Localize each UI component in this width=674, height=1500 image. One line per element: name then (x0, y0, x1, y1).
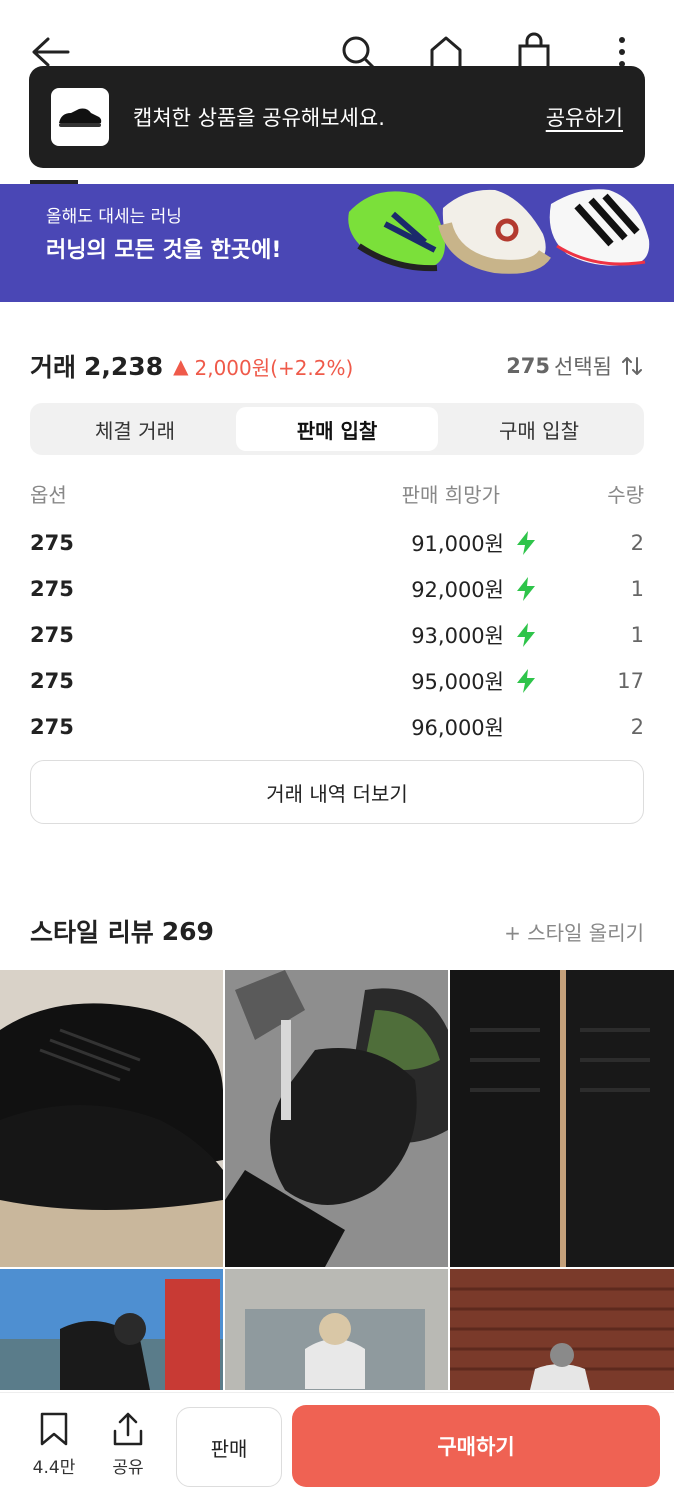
row-qty: 1 (630, 577, 644, 601)
style-photo[interactable] (225, 1269, 448, 1390)
fast-delivery-icon (508, 622, 544, 648)
upload-style-link[interactable]: + 스타일 올리기 (504, 917, 644, 946)
trade-summary: 거래 2,238 ▲ 2,000원(+2.2%) 275 선택됨 (30, 348, 644, 384)
share-button[interactable]: 공유 (98, 1411, 158, 1478)
sort-icon (620, 354, 644, 378)
row-price: 96,000원 (411, 716, 504, 740)
style-photo[interactable] (0, 970, 223, 1267)
running-shoes-image (348, 189, 650, 274)
row-price: 93,000원 (411, 624, 504, 648)
bookmark-count: 4.4만 (32, 1458, 76, 1478)
style-photo[interactable] (0, 1269, 223, 1390)
row-option: 275 (30, 531, 74, 555)
row-qty: 2 (630, 715, 644, 739)
selected-size: 275 (506, 354, 551, 378)
trade-tabs: 체결 거래 판매 입찰 구매 입찰 (30, 403, 644, 455)
row-price: 91,000원 (411, 532, 504, 556)
style-photo-grid (0, 970, 674, 1390)
price-change: 2,000원(+2.2%) (194, 355, 354, 380)
fast-delivery-icon (508, 576, 544, 602)
promo-banner[interactable]: 올해도 대세는 러닝 러닝의 모든 것을 한곳에! (0, 184, 674, 302)
more-trades-button[interactable]: 거래 내역 더보기 (30, 760, 644, 824)
fast-delivery-icon (508, 530, 544, 556)
banner-subtitle: 올해도 대세는 러닝 (46, 207, 182, 227)
price-up-icon: ▲ (173, 354, 189, 378)
row-qty: 2 (630, 531, 644, 555)
share-icon (113, 1412, 143, 1446)
size-selector[interactable]: 275 선택됨 (506, 351, 644, 381)
style-photo[interactable] (225, 970, 448, 1267)
style-review-header: 스타일 리뷰 269 + 스타일 올리기 (30, 912, 644, 950)
row-price: 95,000원 (411, 670, 504, 694)
style-review-title: 스타일 리뷰 (30, 918, 154, 947)
header-qty: 수량 (607, 482, 644, 507)
row-option: 275 (30, 577, 74, 601)
tab-buy-bids[interactable]: 구매 입찰 (438, 407, 640, 451)
row-qty: 1 (630, 623, 644, 647)
sell-button[interactable]: 판매 (176, 1407, 282, 1487)
bid-table-header: 옵션 판매 희망가 수량 (30, 478, 644, 508)
row-option: 275 (30, 623, 74, 647)
trade-label: 거래 (30, 353, 77, 382)
table-row: 275 93,000원 1 (30, 612, 644, 658)
header-price: 판매 희망가 (401, 482, 500, 507)
table-row: 275 96,000원 2 (30, 704, 644, 750)
row-price: 92,000원 (411, 578, 504, 602)
style-photo[interactable] (450, 970, 674, 1267)
toast-share-link[interactable]: 공유하기 (546, 102, 623, 132)
tab-sell-bids[interactable]: 판매 입찰 (236, 407, 438, 451)
table-row: 275 91,000원 2 (30, 520, 644, 566)
fast-delivery-icon (508, 668, 544, 694)
row-qty: 17 (617, 669, 644, 693)
share-toast: 캡쳐한 상품을 공유해보세요. 공유하기 (29, 66, 645, 168)
buy-button[interactable]: 구매하기 (292, 1405, 660, 1487)
trade-count: 2,238 (84, 351, 164, 381)
product-thumbnail (51, 88, 109, 146)
toast-message: 캡쳐한 상품을 공유해보세요. (133, 106, 385, 130)
bid-table-body: 275 91,000원 2 275 92,000원 1 275 93,000원 … (30, 520, 644, 750)
tab-completed-trades[interactable]: 체결 거래 (34, 407, 236, 451)
row-option: 275 (30, 669, 74, 693)
share-label: 공유 (112, 1458, 144, 1478)
selected-size-suffix: 선택됨 (554, 355, 612, 379)
table-row: 275 92,000원 1 (30, 566, 644, 612)
bottom-action-bar: 4.4만 공유 판매 구매하기 (0, 1392, 674, 1500)
banner-title: 러닝의 모든 것을 한곳에! (46, 238, 282, 263)
style-photo[interactable] (450, 1269, 674, 1390)
header-option: 옵션 (30, 482, 67, 507)
table-row: 275 95,000원 17 (30, 658, 644, 704)
row-option: 275 (30, 715, 74, 739)
bookmark-icon (40, 1412, 68, 1446)
style-review-count: 269 (161, 916, 214, 946)
bookmark-button[interactable]: 4.4만 (24, 1411, 84, 1478)
